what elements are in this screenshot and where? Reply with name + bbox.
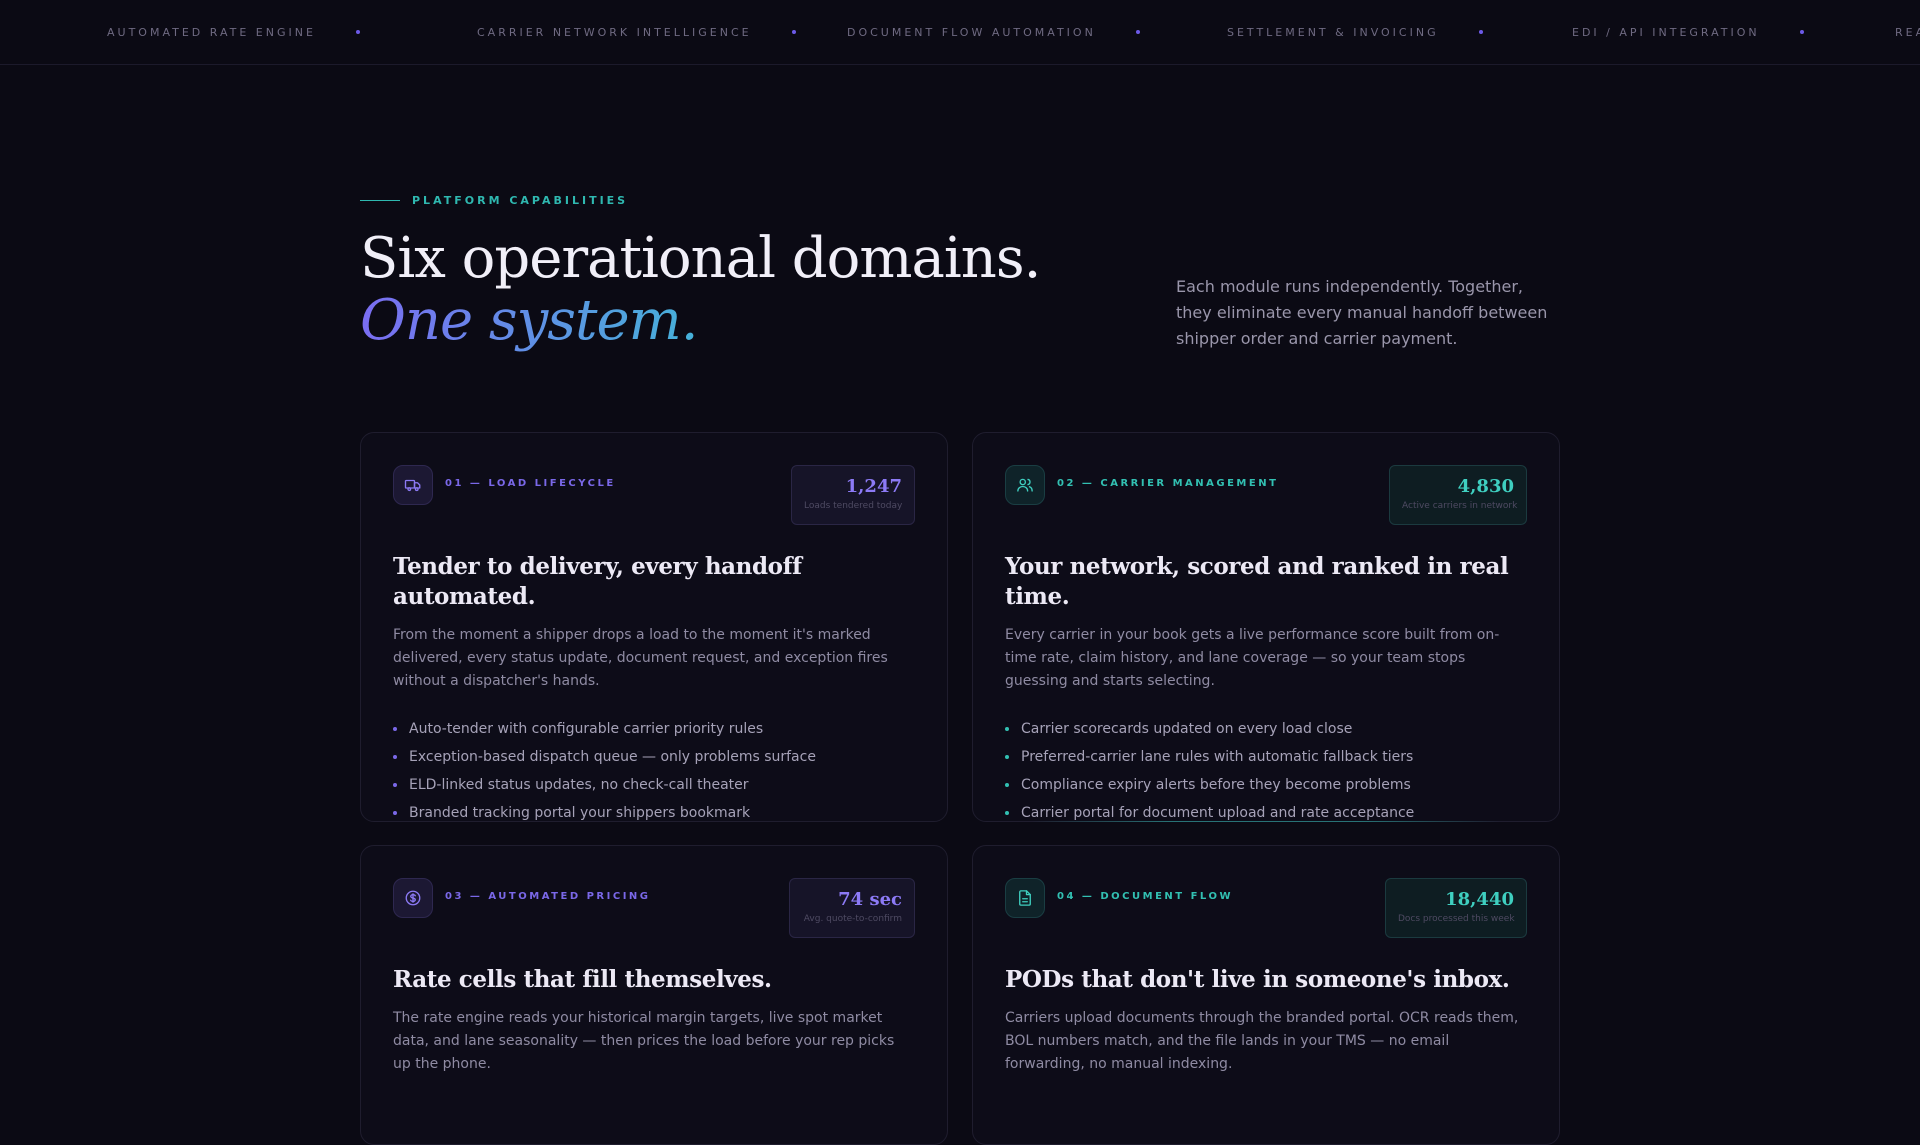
list-item: Branded tracking portal your shippers bo… <box>393 799 915 827</box>
stat-label: Loads tendered today <box>804 501 903 511</box>
stat-value: 18,440 <box>1445 889 1514 910</box>
list-item: Exception-based dispatch queue — only pr… <box>393 743 915 771</box>
card-description: Every carrier in your book gets a live p… <box>1005 627 1500 689</box>
document-icon <box>1005 878 1045 918</box>
dot-icon <box>1478 30 1483 34</box>
ticker-item: REA <box>1895 25 1920 39</box>
list-item: Preferred-carrier lane rules with automa… <box>1005 743 1527 771</box>
eyebrow-label: PLATFORM CAPABILITIES <box>412 194 629 207</box>
ticker-item: DOCUMENT FLOW AUTOMATION <box>847 26 1227 39</box>
section-eyebrow: PLATFORM CAPABILITIES <box>360 194 628 207</box>
stat-box: 74 sec Avg. quote-to-confirm <box>789 878 915 938</box>
card-carrier-management: 02 — CARRIER MANAGEMENT 4,830 Active car… <box>972 432 1560 822</box>
dot-icon <box>1799 30 1804 34</box>
ticker-item: AUTOMATED RATE ENGINE <box>107 26 477 39</box>
eyebrow-line <box>360 200 400 201</box>
card-title: PODs that don't live in someone's inbox. <box>1005 966 1510 993</box>
headline-accent: One system. <box>360 290 1040 352</box>
headline-main: Six operational domains. <box>360 226 1041 291</box>
feature-list: Auto-tender with configurable carrier pr… <box>393 715 915 827</box>
list-item: Auto-tender with configurable carrier pr… <box>393 715 915 743</box>
stat-box: 1,247 Loads tendered today <box>791 465 915 525</box>
ticker-item: EDI / API INTEGRATION <box>1572 26 1895 39</box>
card-description: The rate engine reads your historical ma… <box>393 1010 895 1072</box>
stat-value: 4,830 <box>1457 476 1514 497</box>
list-item: Carrier portal for document upload and r… <box>1005 799 1527 827</box>
card-document-flow: 04 — DOCUMENT FLOW 18,440 Docs processed… <box>972 845 1560 1145</box>
intro-text: Each module runs independently. Together… <box>1176 277 1548 348</box>
list-item: ELD-linked status updates, no check-call… <box>393 771 915 799</box>
card-automated-pricing: 03 — AUTOMATED PRICING 74 sec Avg. quote… <box>360 845 948 1145</box>
stat-value: 1,247 <box>845 476 902 497</box>
card-title: Tender to delivery, every handoff automa… <box>393 553 802 610</box>
list-item: Compliance expiry alerts before they bec… <box>1005 771 1527 799</box>
dot-icon <box>355 30 360 34</box>
card-tag: 04 — DOCUMENT FLOW <box>1057 891 1233 902</box>
card-tag: 02 — CARRIER MANAGEMENT <box>1057 478 1279 489</box>
stat-box: 4,830 Active carriers in network <box>1389 465 1527 525</box>
card-description: Carriers upload documents through the br… <box>1005 1010 1519 1072</box>
ticker-item: CARRIER NETWORK INTELLIGENCE <box>477 26 847 39</box>
card-title: Your network, scored and ranked in real … <box>1005 553 1509 610</box>
stat-value: 74 sec <box>838 889 902 910</box>
card-description: From the moment a shipper drops a load t… <box>393 627 888 689</box>
dot-icon <box>791 30 796 34</box>
stat-box: 18,440 Docs processed this week <box>1385 878 1527 938</box>
card-title: Rate cells that fill themselves. <box>393 966 772 993</box>
dot-icon <box>1135 30 1140 34</box>
dollar-icon <box>393 878 433 918</box>
truck-icon <box>393 465 433 505</box>
ticker-item: SETTLEMENT & INVOICING <box>1227 26 1572 39</box>
users-icon <box>1005 465 1045 505</box>
card-load-lifecycle: 01 — LOAD LIFECYCLE 1,247 Loads tendered… <box>360 432 948 822</box>
list-item: Carrier scorecards updated on every load… <box>1005 715 1527 743</box>
stat-label: Docs processed this week <box>1398 914 1515 924</box>
stat-label: Active carriers in network <box>1402 501 1518 511</box>
card-tag: 01 — LOAD LIFECYCLE <box>445 478 616 489</box>
stat-label: Avg. quote-to-confirm <box>803 914 902 924</box>
card-tag: 03 — AUTOMATED PRICING <box>445 891 651 902</box>
feature-list: Carrier scorecards updated on every load… <box>1005 715 1527 827</box>
capabilities-ticker: AUTOMATED RATE ENGINE CARRIER NETWORK IN… <box>0 0 1920 65</box>
page-title: Six operational domains. One system. <box>360 226 1041 352</box>
